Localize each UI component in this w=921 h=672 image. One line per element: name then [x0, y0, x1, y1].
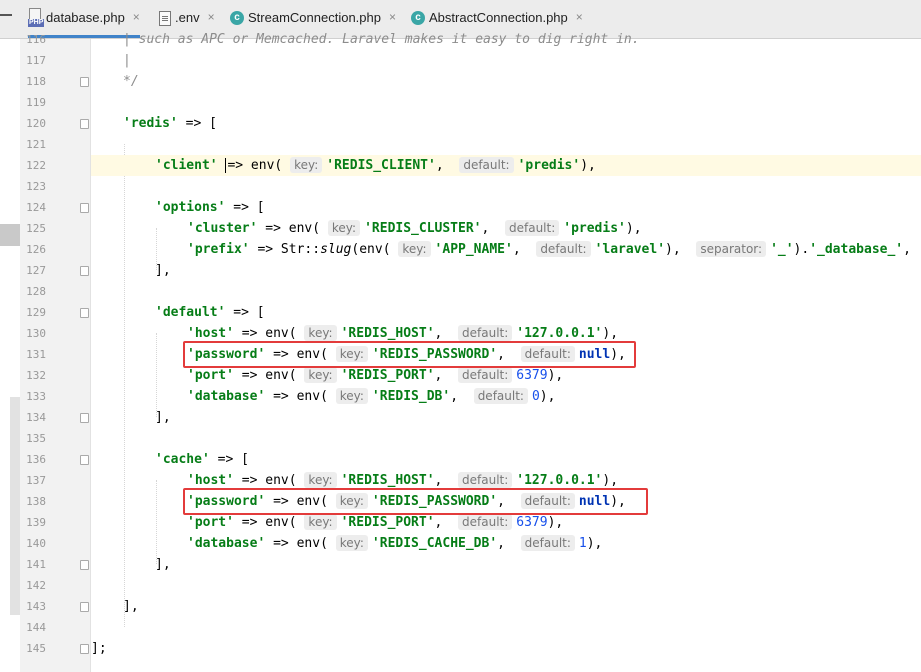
line-number: 137 — [26, 474, 46, 487]
line-number: 126 — [26, 243, 46, 256]
tab-label: AbstractConnection.php — [429, 10, 568, 25]
line-number: 127 — [26, 264, 46, 277]
line-number: 123 — [26, 180, 46, 193]
code-line: */ — [123, 74, 139, 89]
fold-marker-icon[interactable] — [80, 119, 89, 129]
highlight-box — [183, 488, 648, 515]
line-number: 136 — [26, 453, 46, 466]
fold-marker-icon[interactable] — [80, 77, 89, 87]
line-number: 116 — [26, 33, 46, 46]
code-line: | — [123, 53, 131, 68]
tab-label: database.php — [46, 10, 125, 25]
scroll-marker — [0, 224, 20, 246]
text-file-icon — [159, 11, 171, 26]
code-line: 'redis' => [ — [123, 116, 217, 131]
tab-label: StreamConnection.php — [248, 10, 381, 25]
line-number: 122 — [26, 159, 46, 172]
line-number: 141 — [26, 558, 46, 571]
code-line: 'cluster' => env( key: 'REDIS_CLUSTER', d… — [187, 220, 642, 236]
line-number: 144 — [26, 621, 46, 634]
line-number: 135 — [26, 432, 46, 445]
text-caret — [225, 158, 227, 173]
fold-marker-icon[interactable] — [80, 413, 89, 423]
fold-marker-icon[interactable] — [80, 455, 89, 465]
fold-marker-icon[interactable] — [80, 308, 89, 318]
code-line: ], — [155, 263, 171, 278]
php-file-icon: PHP — [28, 8, 45, 27]
line-number: 119 — [26, 96, 46, 109]
code-editor[interactable]: | such as APC or Memcached. Laravel make… — [91, 32, 921, 672]
code-line: | such as APC or Memcached. Laravel make… — [123, 32, 640, 47]
code-line: 'prefix' => Str::slug(env( key: 'APP_NAME… — [187, 241, 911, 257]
tab-overflow-dash[interactable] — [0, 14, 12, 16]
line-number: 134 — [26, 411, 46, 424]
line-number: 143 — [26, 600, 46, 613]
line-number: 142 — [26, 579, 46, 592]
code-line: 'database' => env( key: 'REDIS_CACHE_DB',… — [187, 535, 603, 551]
code-line: ]; — [91, 641, 107, 656]
structure-marker — [10, 397, 20, 615]
line-number: 120 — [26, 117, 46, 130]
line-number: 124 — [26, 201, 46, 214]
close-icon[interactable]: × — [389, 10, 396, 24]
line-number: 117 — [26, 54, 46, 67]
code-line: ], — [123, 599, 139, 614]
code-line: 'port' => env( key: 'REDIS_PORT', default… — [187, 367, 564, 383]
code-line: 'cache' => [ — [155, 452, 249, 467]
class-icon: c — [230, 11, 244, 25]
line-number: 138 — [26, 495, 46, 508]
close-icon[interactable]: × — [576, 10, 583, 24]
code-line: 'default' => [ — [155, 305, 265, 320]
fold-marker-icon[interactable] — [80, 266, 89, 276]
line-number: 133 — [26, 390, 46, 403]
code-line: 'options' => [ — [155, 200, 265, 215]
fold-marker-icon[interactable] — [80, 602, 89, 612]
line-number: 132 — [26, 369, 46, 382]
code-line: ], — [155, 410, 171, 425]
fold-marker-icon[interactable] — [80, 203, 89, 213]
line-number: 128 — [26, 285, 46, 298]
line-number: 118 — [26, 75, 46, 88]
line-number: 140 — [26, 537, 46, 550]
line-number: 129 — [26, 306, 46, 319]
class-icon: c — [411, 11, 425, 25]
fold-marker-icon[interactable] — [80, 560, 89, 570]
line-number: 121 — [26, 138, 46, 151]
code-line-current: 'client' => env( key: 'REDIS_CLIENT', def… — [91, 155, 921, 176]
code-line: 'port' => env( key: 'REDIS_PORT', default… — [187, 514, 564, 530]
line-number: 130 — [26, 327, 46, 340]
fold-marker-icon[interactable] — [80, 644, 89, 654]
close-icon[interactable]: × — [208, 10, 215, 24]
line-number: 139 — [26, 516, 46, 529]
close-icon[interactable]: × — [133, 10, 140, 24]
line-number: 131 — [26, 348, 46, 361]
line-number: 125 — [26, 222, 46, 235]
left-tool-strip — [0, 39, 20, 672]
code-line: ], — [155, 557, 171, 572]
tab-label: .env — [175, 10, 200, 25]
line-number: 145 — [26, 642, 46, 655]
code-line: 'database' => env( key: 'REDIS_DB', defau… — [187, 388, 556, 404]
highlight-box — [183, 341, 636, 368]
